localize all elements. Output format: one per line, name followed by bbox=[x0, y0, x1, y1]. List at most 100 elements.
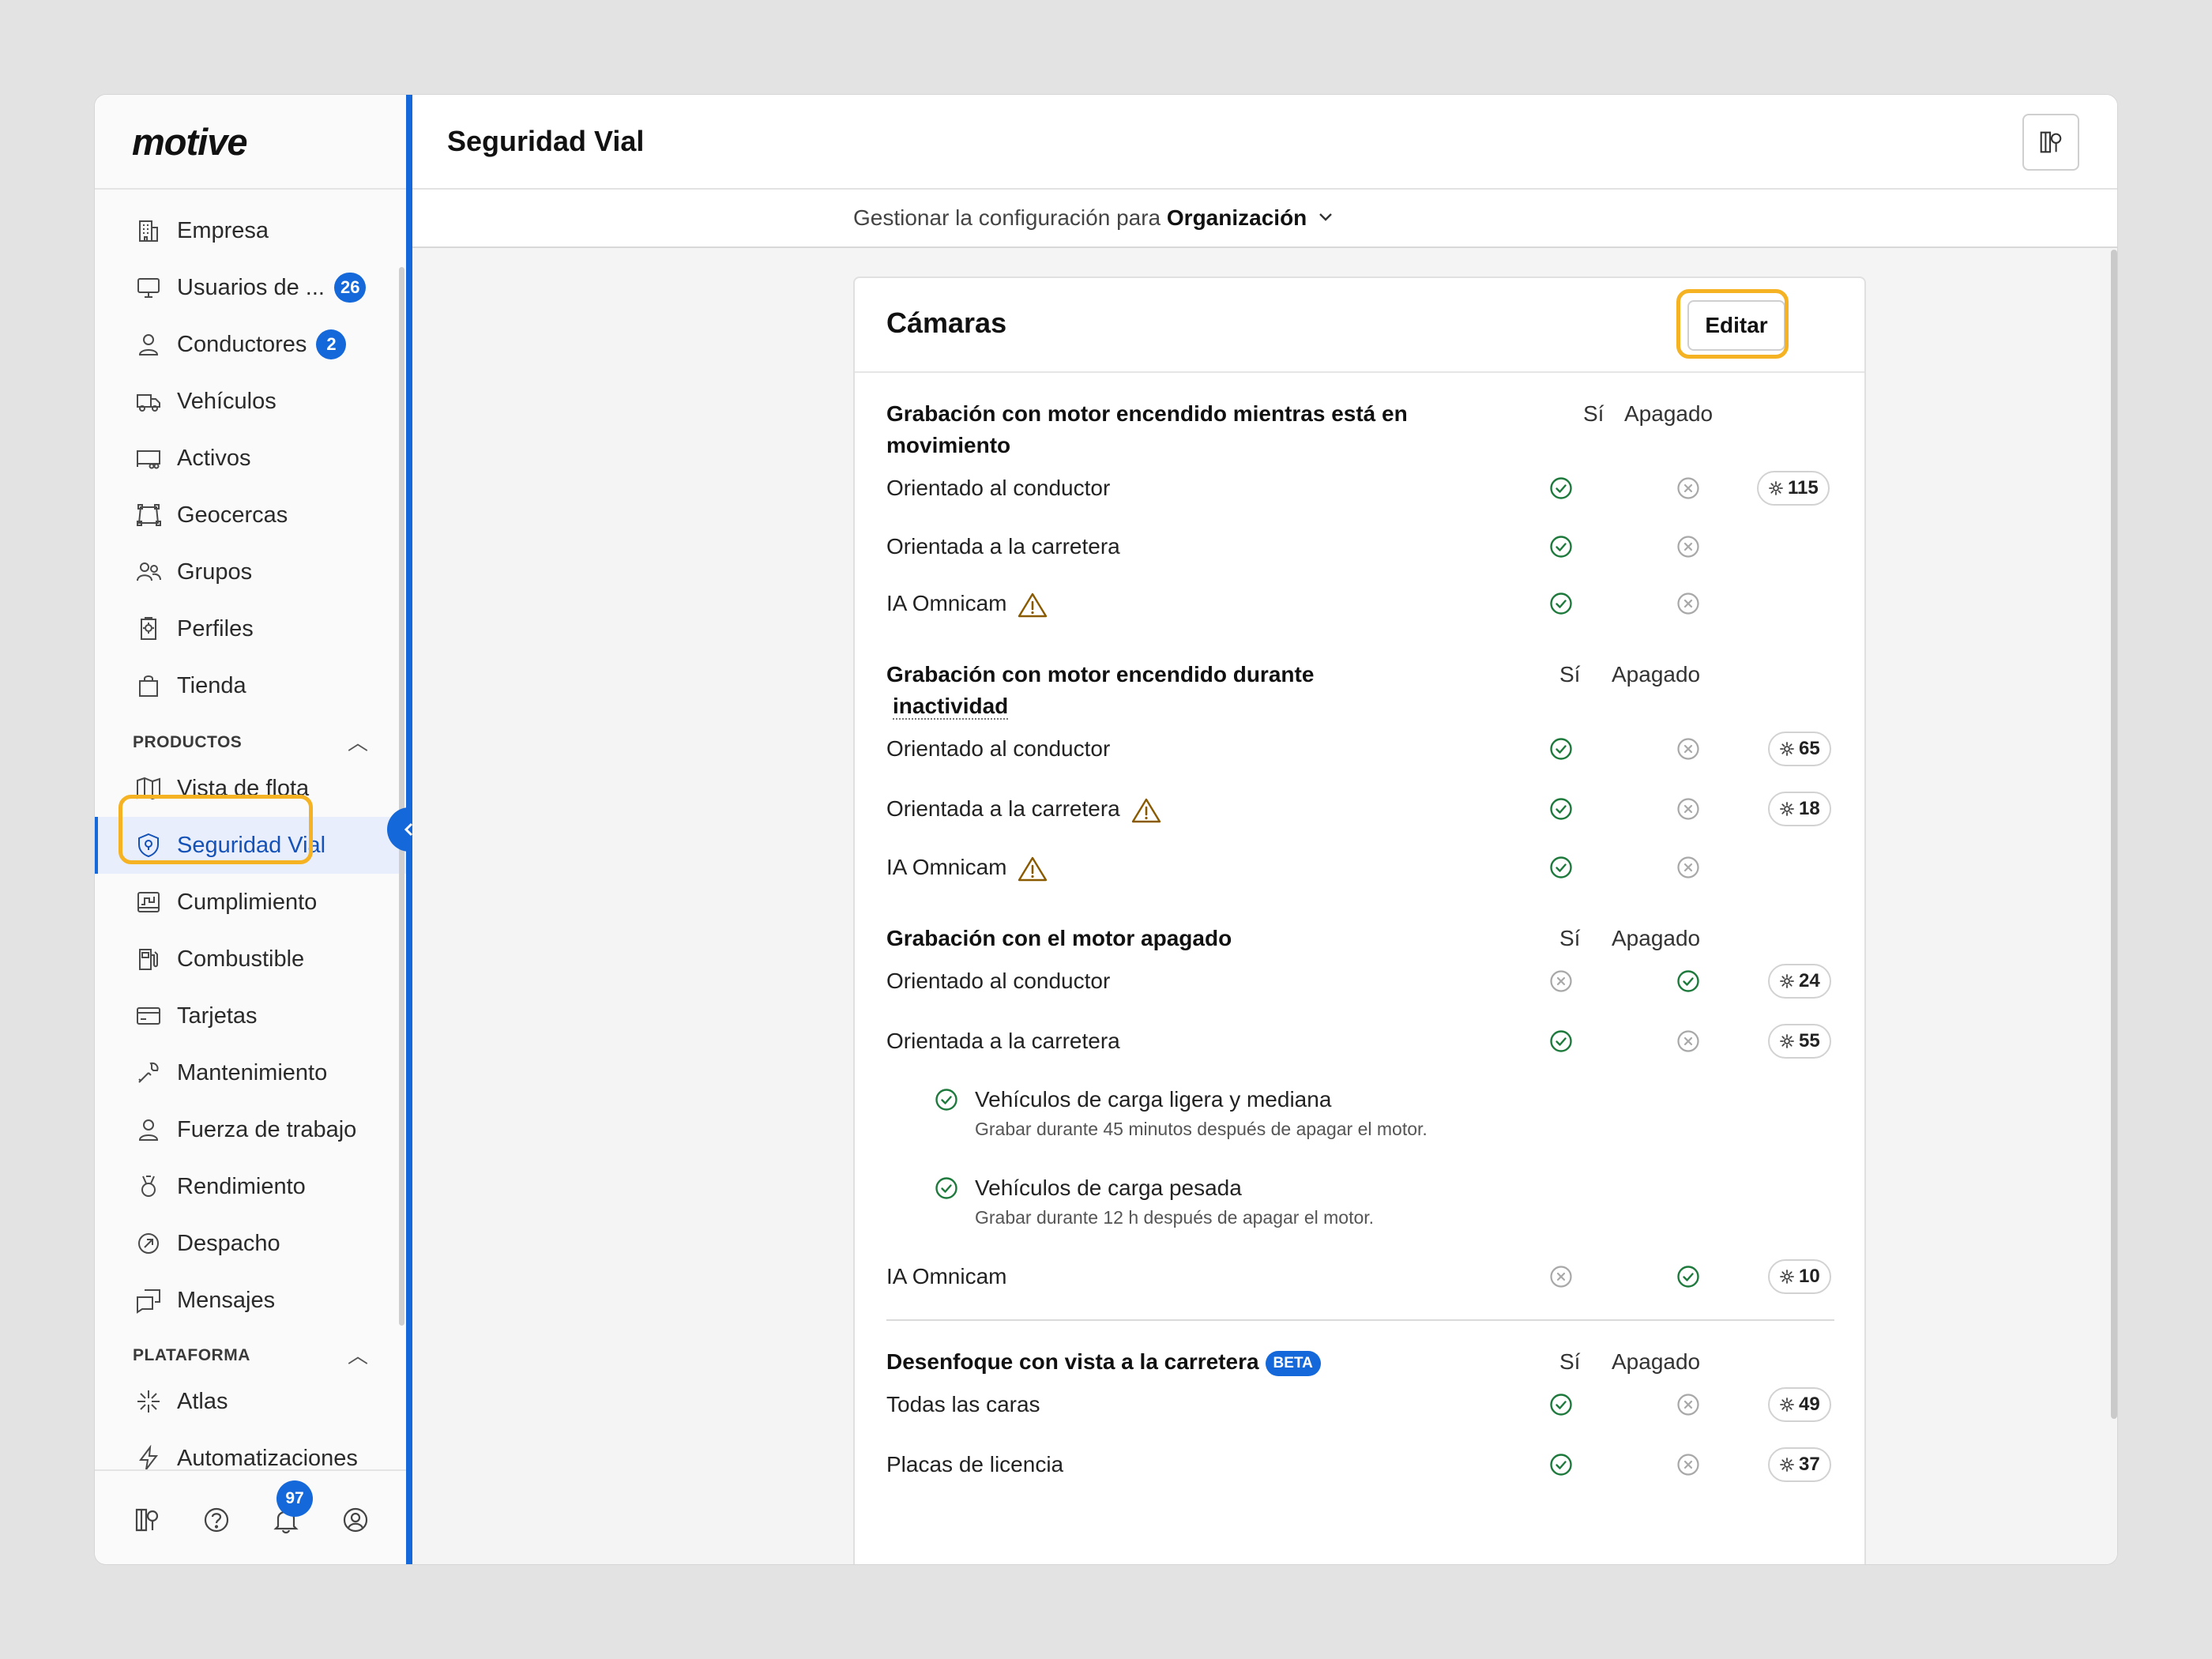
edit-button-highlight bbox=[1676, 289, 1789, 359]
check-icon[interactable] bbox=[1548, 796, 1574, 822]
check-icon[interactable] bbox=[1548, 591, 1574, 616]
x-circle-icon[interactable] bbox=[1676, 796, 1701, 822]
sidebar-item-label: Grupos bbox=[177, 559, 253, 585]
setting-label: Orientada a la carretera bbox=[886, 1029, 1120, 1053]
sidebar-item-label: Fuerza de trabajo bbox=[177, 1116, 357, 1142]
active-indicator bbox=[95, 817, 98, 874]
vehicle-count-chip[interactable]: 10 bbox=[1768, 1259, 1831, 1294]
scope-selector[interactable]: Gestionar la configuración para Organiza… bbox=[853, 205, 1335, 232]
sidebar-item-atlas[interactable]: Atlas bbox=[95, 1378, 406, 1425]
chevron-up-icon[interactable]: ︿ bbox=[348, 727, 368, 756]
gear-icon bbox=[1779, 1269, 1795, 1285]
x-circle-icon[interactable] bbox=[1548, 1264, 1574, 1289]
vehicle-count-chip[interactable]: 37 bbox=[1768, 1447, 1831, 1482]
sidebar-item-label: Tienda bbox=[177, 672, 246, 698]
sidebar-item-vehiculos[interactable]: Vehículos bbox=[95, 378, 406, 425]
sidebar-item-usuarios[interactable]: Usuarios de ... 26 bbox=[95, 264, 406, 311]
sidebar-scrollbar[interactable] bbox=[399, 267, 404, 1326]
sidebar-item-perfiles[interactable]: Perfiles bbox=[95, 605, 406, 653]
sidebar-item-rendimiento[interactable]: Rendimiento bbox=[95, 1163, 406, 1210]
check-icon[interactable] bbox=[1548, 736, 1574, 762]
check-icon[interactable] bbox=[1548, 855, 1574, 880]
log-icon bbox=[133, 886, 164, 918]
messages-icon bbox=[133, 1285, 164, 1316]
section-divider bbox=[886, 1319, 1834, 1321]
sub-setting-note: Grabar durante 12 h después de apagar el… bbox=[975, 1207, 1375, 1228]
sidebar-item-despacho[interactable]: Despacho bbox=[95, 1220, 406, 1267]
fuel-icon bbox=[133, 943, 164, 975]
x-circle-icon[interactable] bbox=[1676, 736, 1701, 762]
sidebar-item-tarjetas[interactable]: Tarjetas bbox=[95, 992, 406, 1040]
account-icon[interactable] bbox=[341, 1506, 373, 1537]
check-icon[interactable] bbox=[1548, 1452, 1574, 1477]
warning-icon[interactable] bbox=[1131, 797, 1161, 824]
card-title: Cámaras bbox=[886, 307, 1007, 339]
help-icon[interactable] bbox=[202, 1506, 234, 1537]
main-content: Seguridad Vial Gestionar la configuració… bbox=[412, 95, 2117, 1564]
check-icon[interactable] bbox=[1548, 1392, 1574, 1417]
sidebar-item-mantenimiento[interactable]: Mantenimiento bbox=[95, 1049, 406, 1097]
check-icon[interactable] bbox=[1548, 534, 1574, 559]
sidebar-item-tienda[interactable]: Tienda bbox=[95, 662, 406, 709]
chevron-up-icon[interactable]: ︿ bbox=[348, 1340, 368, 1369]
column-off-label: Apagado bbox=[1612, 926, 1701, 950]
vehicle-count-chip[interactable]: 49 bbox=[1768, 1387, 1831, 1422]
check-icon bbox=[934, 1087, 959, 1112]
topbar: Seguridad Vial bbox=[412, 95, 2117, 190]
groups-icon bbox=[133, 556, 164, 588]
sidebar-item-fuerza-de-trabajo[interactable]: Fuerza de trabajo bbox=[95, 1106, 406, 1153]
x-circle-icon[interactable] bbox=[1676, 1452, 1701, 1477]
sidebar-item-grupos[interactable]: Grupos bbox=[95, 548, 406, 596]
sidebar-item-combustible[interactable]: Combustible bbox=[95, 935, 406, 983]
check-icon[interactable] bbox=[1548, 476, 1574, 501]
sidebar-item-activos[interactable]: Activos bbox=[95, 434, 406, 482]
check-icon[interactable] bbox=[1548, 1029, 1574, 1054]
sidebar-item-empresa[interactable]: Empresa bbox=[95, 207, 406, 254]
sparkle-icon bbox=[133, 1386, 164, 1417]
vehicle-count-chip[interactable]: 115 bbox=[1757, 471, 1830, 506]
check-icon[interactable] bbox=[1676, 969, 1701, 994]
gear-icon bbox=[1779, 1457, 1795, 1473]
sidebar-item-geocercas[interactable]: Geocercas bbox=[95, 491, 406, 539]
sidebar-item-cumplimiento[interactable]: Cumplimiento bbox=[95, 878, 406, 926]
x-circle-icon[interactable] bbox=[1676, 855, 1701, 880]
sidebar-item-label: Atlas bbox=[177, 1388, 228, 1414]
count-value: 18 bbox=[1799, 798, 1820, 819]
x-circle-icon[interactable] bbox=[1676, 1392, 1701, 1417]
sidebar-item-mensajes[interactable]: Mensajes bbox=[95, 1277, 406, 1324]
dispatch-icon bbox=[133, 1228, 164, 1259]
main-scrollbar[interactable] bbox=[2111, 250, 2117, 1419]
x-circle-icon[interactable] bbox=[1676, 1029, 1701, 1054]
count-value: 24 bbox=[1799, 970, 1820, 991]
beta-badge: BETA bbox=[1265, 1350, 1321, 1376]
check-icon[interactable] bbox=[1676, 1264, 1701, 1289]
section-title-line[interactable]: inactividad bbox=[893, 694, 1009, 720]
count-value: 37 bbox=[1799, 1454, 1820, 1475]
vehicle-count-chip[interactable]: 18 bbox=[1768, 792, 1831, 826]
sub-setting-label: Vehículos de carga ligera y mediana bbox=[975, 1087, 1332, 1112]
person-icon bbox=[133, 329, 164, 360]
monitor-icon bbox=[133, 272, 164, 303]
profiles-icon bbox=[133, 613, 164, 645]
x-circle-icon[interactable] bbox=[1676, 476, 1701, 501]
sidebar-item-conductores[interactable]: Conductores 2 bbox=[95, 321, 406, 368]
x-circle-icon[interactable] bbox=[1676, 534, 1701, 559]
x-circle-icon[interactable] bbox=[1676, 591, 1701, 616]
sidebar-item-label: Activos bbox=[177, 445, 251, 471]
warning-icon[interactable] bbox=[1018, 856, 1048, 882]
vehicle-count-chip[interactable]: 24 bbox=[1768, 964, 1831, 999]
count-badge: 2 bbox=[316, 329, 347, 359]
column-off-label: Apagado bbox=[1612, 1349, 1701, 1374]
warning-icon[interactable] bbox=[1018, 592, 1048, 619]
chevron-down-icon bbox=[1316, 207, 1335, 232]
vehicle-count-chip[interactable]: 65 bbox=[1768, 732, 1831, 766]
motive-logo[interactable]: motive bbox=[132, 120, 247, 164]
x-circle-icon[interactable] bbox=[1548, 969, 1574, 994]
gear-icon bbox=[1779, 973, 1795, 989]
library-icon[interactable] bbox=[133, 1506, 164, 1537]
sub-setting-note: Grabar durante 45 minutos después de apa… bbox=[975, 1119, 1428, 1139]
setting-label: IA Omnicam bbox=[886, 855, 1007, 879]
vehicle-count-chip[interactable]: 55 bbox=[1768, 1024, 1831, 1059]
library-icon bbox=[2040, 131, 2062, 153]
library-button[interactable] bbox=[2022, 114, 2079, 171]
